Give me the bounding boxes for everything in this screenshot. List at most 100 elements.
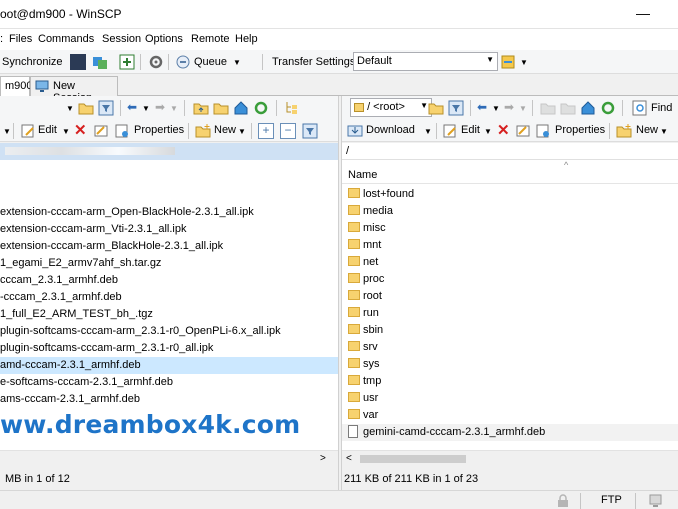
list-item[interactable]: plugin-softcams-cccam-arm_2.3.1-r0_OpenP… xyxy=(0,323,338,340)
folder-list-item[interactable]: var xyxy=(342,407,678,424)
sync-browse-icon[interactable] xyxy=(92,54,108,70)
unselect-files-minus-icon[interactable]: − xyxy=(280,123,296,139)
left-home-icon[interactable] xyxy=(233,100,249,116)
menu-commands[interactable]: Commands xyxy=(38,33,94,45)
left-delete-icon[interactable]: ✕ xyxy=(74,121,87,139)
right-root-dir-icon[interactable] xyxy=(560,100,576,116)
menu-files[interactable]: Files xyxy=(9,33,32,45)
folder-list-item[interactable]: root xyxy=(342,288,678,305)
folder-list-item[interactable]: srv xyxy=(342,339,678,356)
download-button[interactable]: Download xyxy=(366,124,415,136)
list-item[interactable]: e-softcams-cccam-2.3.1_armhf.deb xyxy=(0,374,338,391)
list-item[interactable]: ams-cccam-2.3.1_armhf.deb xyxy=(0,391,338,408)
folder-list-item[interactable]: run xyxy=(342,305,678,322)
right-forward-icon[interactable]: ➡ xyxy=(504,100,514,114)
transfer-settings-select[interactable]: Default ▼ xyxy=(353,52,498,71)
queue-icon[interactable] xyxy=(175,54,191,70)
compare-icon[interactable] xyxy=(119,54,135,70)
tab-new-session[interactable]: New Session xyxy=(30,76,118,104)
menu-help[interactable]: Help xyxy=(235,33,258,45)
queue-button[interactable]: Queue xyxy=(194,56,227,68)
folder-list-item[interactable]: tmp xyxy=(342,373,678,390)
left-filter-icon[interactable] xyxy=(98,100,114,116)
scrollbar-thumb[interactable] xyxy=(360,455,466,463)
right-refresh-icon[interactable] xyxy=(600,100,616,116)
left-forward-icon[interactable]: ➡ xyxy=(155,100,165,114)
folder-list-item[interactable]: lost+found xyxy=(342,186,678,203)
left-back-icon[interactable]: ⬅ xyxy=(127,100,137,114)
left-edit-icon[interactable] xyxy=(20,123,36,139)
transfer-options-icon[interactable] xyxy=(500,54,516,70)
folder-list-item[interactable]: media xyxy=(342,203,678,220)
list-item[interactable] xyxy=(0,160,338,177)
minimize-button[interactable]: — xyxy=(620,0,666,29)
right-path-bar[interactable]: / xyxy=(342,143,678,160)
left-horizontal-scrollbar[interactable]: > xyxy=(0,450,338,467)
right-edit-button[interactable]: Edit xyxy=(461,124,480,136)
preferences-gear-icon[interactable] xyxy=(148,54,164,70)
list-item[interactable]: extension-cccam-arm_Vti-2.3.1_all.ipk xyxy=(0,221,338,238)
column-header-name[interactable]: Name ^ xyxy=(342,160,678,184)
terminal-icon[interactable] xyxy=(70,54,86,70)
right-path-select[interactable]: / <root> ▼ xyxy=(350,98,432,117)
list-item-selected[interactable]: amd-cccam-2.3.1_armhf.deb xyxy=(0,357,338,374)
list-item[interactable]: -cccam_2.3.1_armhf.deb xyxy=(0,289,338,306)
scroll-left-icon[interactable]: < xyxy=(346,453,352,464)
left-parent-dir-icon[interactable] xyxy=(193,100,209,116)
select-files-plus-icon[interactable]: + xyxy=(258,123,274,139)
file-list-item[interactable]: gemini-camd-cccam-2.3.1_armhf.deb xyxy=(342,424,678,441)
list-item[interactable]: 1_egami_E2_armv7ahf_sh.tar.gz xyxy=(0,255,338,272)
right-delete-icon[interactable]: ✕ xyxy=(497,121,510,139)
scroll-right-icon[interactable]: > xyxy=(320,453,326,464)
left-tree-icon[interactable] xyxy=(284,100,300,116)
right-new-button[interactable]: New xyxy=(636,124,658,136)
right-open-folder-icon[interactable] xyxy=(428,100,444,116)
right-properties-button[interactable]: Properties xyxy=(555,124,605,136)
left-filter-select-icon[interactable] xyxy=(302,123,318,139)
menu-options[interactable]: Options xyxy=(145,33,183,45)
folder-list-item[interactable]: proc xyxy=(342,271,678,288)
right-edit-icon[interactable] xyxy=(442,123,458,139)
menu-remote[interactable]: Remote xyxy=(191,33,230,45)
tab-session[interactable]: m900 xyxy=(0,76,33,96)
left-rename-icon[interactable] xyxy=(93,123,109,139)
folder-list-item[interactable]: misc xyxy=(342,220,678,237)
left-properties-button[interactable]: Properties xyxy=(134,124,184,136)
folder-list-item[interactable]: usr xyxy=(342,390,678,407)
find-icon[interactable] xyxy=(632,100,648,116)
right-new-icon[interactable] xyxy=(616,123,632,139)
transfer-options-dropdown-icon[interactable]: ▼ xyxy=(520,58,528,67)
right-horizontal-scrollbar[interactable]: < xyxy=(342,450,678,467)
left-path-bar[interactable] xyxy=(0,143,338,160)
list-item[interactable]: plugin-softcams-cccam-arm_2.3.1-r0_all.i… xyxy=(0,340,338,357)
folder-list-item[interactable]: mnt xyxy=(342,237,678,254)
left-path-dropdown-icon[interactable]: ▼ xyxy=(66,104,74,113)
left-refresh-icon[interactable] xyxy=(253,100,269,116)
right-properties-icon[interactable] xyxy=(535,123,551,139)
queue-dropdown-icon[interactable]: ▼ xyxy=(233,58,241,67)
folder-list-item[interactable]: net xyxy=(342,254,678,271)
right-file-list[interactable]: Name ^ lost+found media misc mnt net proc root… xyxy=(342,160,678,450)
download-icon[interactable] xyxy=(347,123,363,139)
left-new-icon[interactable] xyxy=(195,123,211,139)
find-files-button[interactable]: Find xyxy=(651,102,672,114)
right-filter-icon[interactable] xyxy=(448,100,464,116)
list-item[interactable]: extension-cccam-arm_Open-BlackHole-2.3.1… xyxy=(0,204,338,221)
left-file-list[interactable]: extension-cccam-arm_Open-BlackHole-2.3.1… xyxy=(0,160,338,450)
right-back-icon[interactable]: ⬅ xyxy=(477,100,487,114)
left-root-dir-icon[interactable] xyxy=(213,100,229,116)
left-open-folder-icon[interactable] xyxy=(78,100,94,116)
folder-list-item[interactable]: sbin xyxy=(342,322,678,339)
list-item[interactable]: cccam_2.3.1_armhf.deb xyxy=(0,272,338,289)
right-parent-dir-icon[interactable] xyxy=(540,100,556,116)
left-properties-icon[interactable] xyxy=(114,123,130,139)
list-item[interactable]: extension-cccam-arm_BlackHole-2.3.1_all.… xyxy=(0,238,338,255)
list-item[interactable]: 1_full_E2_ARM_TEST_bh_.tgz xyxy=(0,306,338,323)
folder-list-item[interactable]: sys xyxy=(342,356,678,373)
right-home-icon[interactable] xyxy=(580,100,596,116)
menu-session[interactable]: Session xyxy=(102,33,141,45)
left-new-button[interactable]: New xyxy=(214,124,236,136)
left-edit-button[interactable]: Edit xyxy=(38,124,57,136)
synchronize-button[interactable]: Synchronize xyxy=(2,56,63,68)
right-rename-icon[interactable] xyxy=(515,123,531,139)
